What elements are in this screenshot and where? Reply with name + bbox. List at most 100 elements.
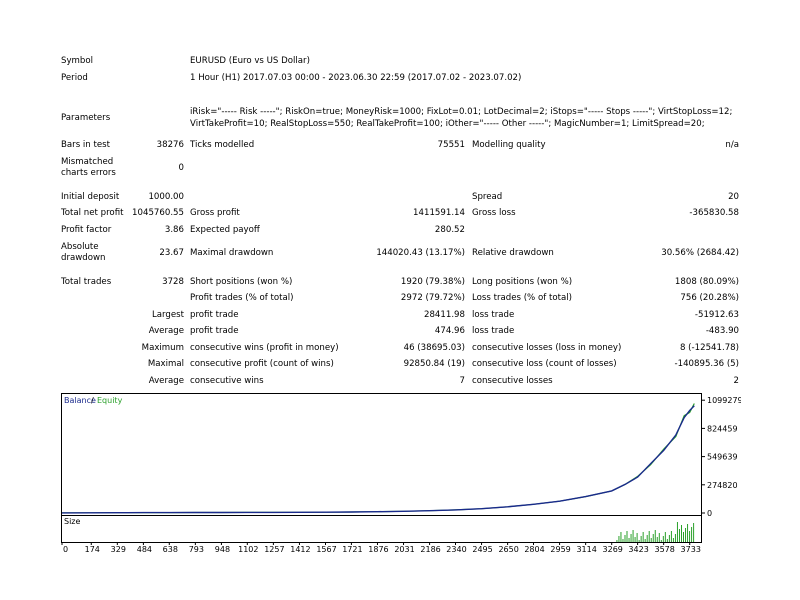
x-tick-label: 793 — [189, 545, 204, 553]
largest-loss-label: loss trade — [472, 310, 515, 320]
maximal-consecutive-profit-label: consecutive profit (count of wins) — [190, 359, 334, 369]
parameters-line-2: VirtTakeProfit=10; RealStopLoss=550; Rea… — [190, 119, 705, 129]
y-axis-ticks: 0 274820 549639 824459 1099279 — [701, 396, 743, 518]
average-label: Average — [148, 326, 184, 336]
maximal-drawdown-value: 144020.43 (13.17%) — [376, 248, 465, 258]
chart-svg: Balance / Equity Size 027482054963982445… — [61, 393, 743, 554]
largest-label: Largest — [151, 310, 184, 320]
x-tick-label: 1876 — [368, 545, 388, 553]
maximal-consecutive-loss-value: -140895.36 (5) — [674, 359, 739, 369]
x-tick-label: 484 — [137, 545, 152, 553]
profit-trades-value: 2972 (79.72%) — [400, 293, 465, 303]
mismatch-label-1: Mismatched — [61, 157, 114, 167]
x-tick-label: 948 — [215, 545, 230, 553]
quality-label: Modelling quality — [472, 140, 546, 150]
profit-factor-label: Profit factor — [61, 225, 112, 235]
x-tick-label: 2495 — [472, 545, 492, 553]
max-consecutive-losses-label: consecutive losses (loss in money) — [472, 343, 622, 353]
quality-value: n/a — [725, 140, 739, 150]
size-label: Size — [64, 517, 81, 526]
total-trades-value: 3728 — [162, 277, 184, 287]
average-profit-value: 474.96 — [434, 326, 465, 336]
profit-factor-value: 3.86 — [164, 225, 184, 235]
deposit-label: Initial deposit — [61, 192, 120, 202]
largest-profit-value: 28411.98 — [423, 310, 465, 320]
x-tick-label: 1102 — [238, 545, 258, 553]
x-tick-label: 2031 — [394, 545, 414, 553]
relative-drawdown-label: Relative drawdown — [472, 248, 554, 258]
spread-value: 20 — [728, 192, 739, 202]
x-tick-label: 638 — [163, 545, 178, 553]
x-tick-label: 3578 — [654, 545, 674, 553]
long-positions-value: 1808 (80.09%) — [674, 277, 739, 287]
bars-label: Bars in test — [61, 140, 110, 150]
x-tick-label: 174 — [85, 545, 100, 553]
largest-profit-label: profit trade — [190, 310, 239, 320]
size-plot-frame — [61, 515, 702, 543]
mismatch-label-2: charts errors — [61, 168, 116, 178]
x-tick-label: 0 — [63, 545, 68, 553]
x-axis-ticks: 0 174 329 484 638 793 948 1102 1257 1412 1567 1721 1… — [61, 542, 701, 554]
relative-drawdown-value: 30.56% (2684.42) — [661, 248, 739, 258]
x-tick-label: 3423 — [628, 545, 648, 553]
x-tick-label: 2959 — [550, 545, 570, 553]
maximal-consecutive-loss-label: consecutive loss (count of losses) — [472, 359, 617, 369]
mismatch-value: 0 — [178, 163, 184, 173]
maximal-label: Maximal — [147, 359, 184, 369]
average-consecutive-label: Average — [148, 376, 184, 386]
average-loss-label: loss trade — [472, 326, 515, 336]
net-profit-value: 1045760.55 — [132, 208, 184, 218]
spread-label: Spread — [472, 192, 503, 202]
x-tick-label: 2186 — [420, 545, 440, 553]
y-tick-label: 824459 — [707, 424, 738, 433]
profit-trades-label: Profit trades (% of total) — [190, 293, 294, 303]
symbol-value: EURUSD (Euro vs US Dollar) — [190, 56, 310, 66]
main-plot-frame — [61, 393, 702, 516]
absolute-drawdown-label-1: Absolute — [61, 242, 99, 252]
y-tick-label: 274820 — [707, 481, 738, 490]
symbol-label: Symbol — [61, 56, 94, 66]
loss-trades-value: 756 (20.28%) — [680, 293, 739, 303]
long-positions-label: Long positions (won %) — [472, 277, 573, 287]
x-tick-label: 3269 — [603, 545, 623, 553]
maximal-drawdown-label: Maximal drawdown — [190, 248, 274, 258]
expected-payoff-label: Expected payoff — [190, 225, 260, 235]
ticks-value: 75551 — [437, 140, 465, 150]
x-tick-label: 2340 — [446, 545, 466, 553]
y-tick-label: 1099279 — [707, 396, 741, 405]
x-tick-label: 329 — [111, 545, 126, 553]
x-tick-label: 1567 — [316, 545, 336, 553]
period-label: Period — [61, 73, 88, 83]
short-positions-value: 1920 (79.38%) — [400, 277, 465, 287]
x-tick-label: 2804 — [524, 545, 544, 553]
average-loss-value: -483.90 — [705, 326, 739, 336]
short-positions-label: Short positions (won %) — [190, 277, 293, 287]
x-tick-label: 3114 — [576, 545, 596, 553]
maximal-consecutive-profit-value: 92850.84 (19) — [403, 359, 465, 369]
absolute-drawdown-label-2: drawdown — [61, 253, 106, 263]
x-tick-label: 3733 — [681, 545, 701, 553]
gross-profit-value: 1411591.14 — [413, 208, 465, 218]
x-tick-label: 1721 — [342, 545, 362, 553]
y-tick-label: 549639 — [707, 453, 738, 462]
loss-trades-label: Loss trades (% of total) — [472, 293, 572, 303]
average-profit-label: profit trade — [190, 326, 239, 336]
deposit-value: 1000.00 — [148, 192, 184, 202]
x-tick-label: 1257 — [264, 545, 284, 553]
ticks-label: Ticks modelled — [190, 140, 255, 150]
max-consecutive-wins-value: 46 (38695.03) — [403, 343, 465, 353]
max-consecutive-losses-value: 8 (-12541.78) — [679, 343, 739, 353]
legend-equity: Equity — [97, 396, 123, 405]
parameters-label: Parameters — [61, 113, 111, 123]
gross-profit-label: Gross profit — [190, 208, 240, 218]
period-value: 1 Hour (H1) 2017.07.03 00:00 - 2023.06.3… — [190, 73, 522, 83]
y-tick-label: 0 — [707, 509, 712, 518]
bars-value: 38276 — [156, 140, 184, 150]
average-consecutive-wins-value: 7 — [459, 376, 465, 386]
x-tick-label: 2650 — [498, 545, 518, 553]
largest-loss-value: -51912.63 — [694, 310, 739, 320]
balance-equity-chart: Balance / Equity Size 0 274820 549639 82445… — [61, 393, 743, 554]
maximum-label: Maximum — [141, 343, 184, 353]
gross-loss-value: -365830.58 — [689, 208, 739, 218]
gross-loss-label: Gross loss — [472, 208, 516, 218]
